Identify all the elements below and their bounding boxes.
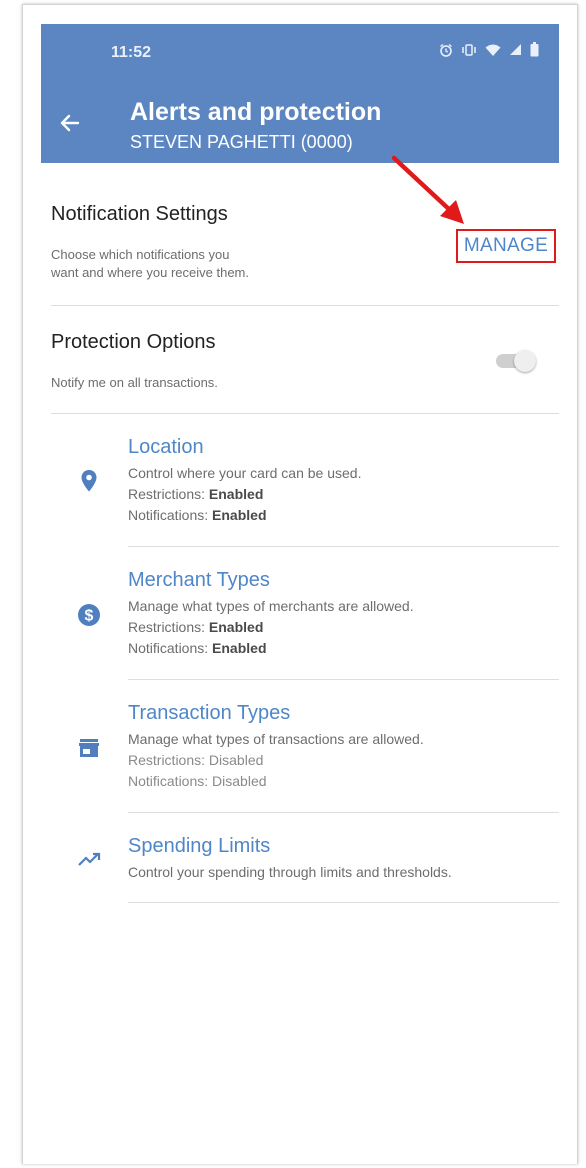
item-notifications: Notifications: Enabled [128,507,267,523]
restrictions-label: Restrictions: [128,486,206,502]
divider [128,546,559,547]
alarm-icon [439,43,453,57]
item-notifications: Notifications: Enabled [128,640,267,656]
wifi-icon [485,43,501,57]
manage-button[interactable]: MANAGE [456,229,556,263]
item-description: Manage what types of merchants are allow… [128,598,414,614]
item-description: Control your spending through limits and… [128,864,452,880]
annotation-arrow-icon [391,155,464,224]
description-line: want and where you receive them. [51,265,249,280]
item-title: Transaction Types [128,702,291,724]
battery-icon [530,42,539,57]
item-notifications: Notifications: Disabled [128,773,267,789]
divider [51,413,559,414]
account-subtitle: STEVEN PAGHETTI (0000) [130,132,353,152]
restrictions-value: Enabled [208,619,264,635]
status-time: 11:52 [111,44,152,61]
status-icons [439,42,539,57]
restrictions-label: Restrictions: [128,619,206,635]
restrictions-value: Enabled [208,486,264,502]
trending-up-icon [74,844,104,874]
signal-icon [509,43,522,56]
item-title: Spending Limits [128,835,271,857]
divider [128,812,559,813]
notify-all-transactions-toggle[interactable] [494,349,540,372]
description-line: Choose which notifications you [51,247,230,262]
protection-options-heading: Protection Options [51,331,216,353]
item-description: Manage what types of transactions are al… [128,731,424,747]
arrow-left-icon [60,114,80,132]
item-description: Control where your card can be used. [128,465,362,481]
back-button[interactable] [57,110,83,136]
location-pin-icon [74,466,104,496]
item-title: Location [128,436,204,458]
dollar-circle-icon: $ [74,600,104,630]
toggle-thumb [514,350,536,372]
app-bar: 11:52 Alerts and protection STEVEN PAGHE… [41,24,559,163]
notification-settings-description: Choose which notifications you want and … [51,246,249,282]
item-restrictions: Restrictions: Disabled [128,752,264,768]
notifications-value: Enabled [212,640,267,656]
divider [51,305,559,306]
storefront-icon [74,733,104,763]
notification-settings-heading: Notification Settings [51,203,228,225]
svg-text:$: $ [85,608,94,625]
item-restrictions: Restrictions: Enabled [128,486,263,502]
page-title: Alerts and protection [130,98,382,126]
protection-options-description: Notify me on all transactions. [51,375,218,390]
item-restrictions: Restrictions: Enabled [128,619,263,635]
divider [128,679,559,680]
notifications-value: Enabled [212,507,267,523]
item-title: Merchant Types [128,569,270,591]
phone-frame [22,4,578,1164]
vibrate-icon [461,43,477,57]
notifications-label: Notifications: [128,507,209,523]
notifications-label: Notifications: [128,640,209,656]
divider [128,902,559,903]
